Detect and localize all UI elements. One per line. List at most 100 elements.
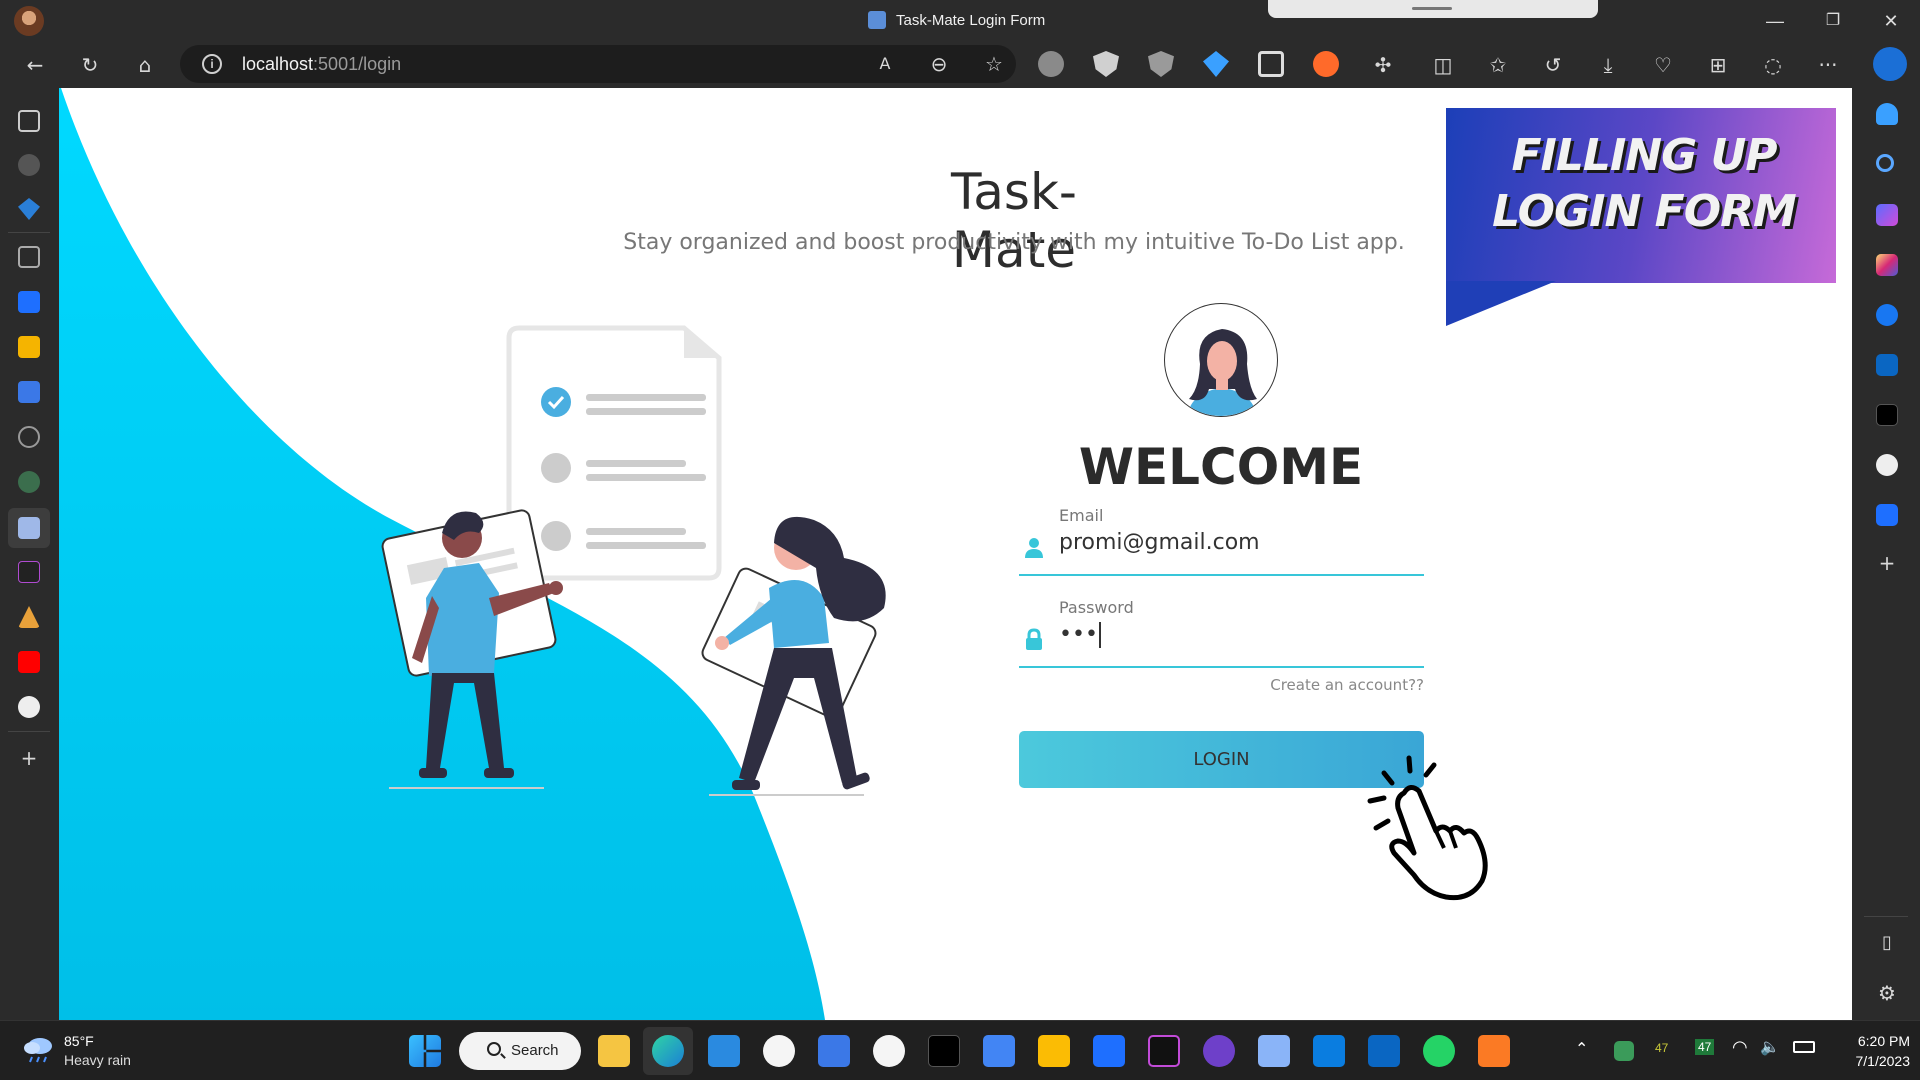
- tray-app-icon[interactable]: [1614, 1041, 1634, 1061]
- weather-temperature[interactable]: 85°F: [64, 1033, 94, 1049]
- instagram-icon[interactable]: [1876, 254, 1898, 276]
- back-icon[interactable]: ←: [20, 50, 50, 80]
- performance-icon[interactable]: ♡: [1648, 50, 1678, 80]
- password-input[interactable]: •••: [1059, 622, 1101, 648]
- home-icon[interactable]: ⌂: [130, 50, 160, 80]
- create-account-link[interactable]: Create an account??: [1209, 676, 1424, 694]
- downloads-icon[interactable]: ⤓: [1593, 50, 1623, 80]
- battery-icon[interactable]: [1793, 1041, 1815, 1053]
- medium-app-icon[interactable]: [928, 1035, 960, 1067]
- tab-favicon-1-icon[interactable]: [18, 154, 40, 176]
- search-icon[interactable]: [1876, 154, 1894, 172]
- xampp-icon[interactable]: [1478, 1035, 1510, 1067]
- whiteboard-icon[interactable]: [1313, 1035, 1345, 1067]
- shield-extension-icon[interactable]: [1093, 51, 1119, 77]
- google-docs-icon[interactable]: [818, 1035, 850, 1067]
- tab-taskmate-icon[interactable]: [18, 517, 40, 539]
- add-sidebar-app-icon[interactable]: +: [1872, 548, 1902, 578]
- hide-sidebar-icon[interactable]: ▯: [1872, 928, 1902, 958]
- google-calendar-icon[interactable]: [983, 1035, 1015, 1067]
- clock-date: 7/1/2023: [1855, 1053, 1911, 1069]
- password-dots: •••: [1059, 622, 1098, 647]
- tray-expand-icon[interactable]: ⌃: [1575, 1039, 1588, 1059]
- edge-browser-icon[interactable]: [652, 1035, 684, 1067]
- site-info-icon[interactable]: i: [202, 54, 222, 74]
- welcome-heading: WELCOME: [1078, 438, 1364, 496]
- tab-figma-icon[interactable]: [18, 561, 40, 583]
- promo-banner-tail: [1446, 281, 1556, 326]
- adblock-extension-icon[interactable]: [1038, 51, 1064, 77]
- more-menu-icon[interactable]: ···: [1813, 50, 1843, 80]
- active-tab[interactable]: Task-Mate Login Form: [868, 11, 1045, 29]
- gem-extension-icon[interactable]: [1203, 51, 1229, 77]
- read-aloud-icon[interactable]: A: [870, 49, 900, 79]
- notifications-icon[interactable]: [1876, 103, 1898, 125]
- weather-description[interactable]: Heavy rain: [64, 1052, 131, 1068]
- google-keep-icon[interactable]: [1038, 1035, 1070, 1067]
- tab-docs-icon[interactable]: [18, 381, 40, 403]
- copilot-sidebar-icon[interactable]: [1876, 204, 1898, 226]
- apps-icon[interactable]: ⊞: [1703, 50, 1733, 80]
- tab-chatgpt-icon[interactable]: [18, 471, 40, 493]
- tray-badge-1[interactable]: 47: [1655, 1041, 1668, 1055]
- trello-icon[interactable]: [1876, 504, 1898, 526]
- minimize-button[interactable]: —: [1755, 8, 1795, 34]
- maximize-button[interactable]: ❐: [1813, 8, 1853, 34]
- favorite-star-icon[interactable]: ☆: [979, 49, 1009, 79]
- password-field[interactable]: Password •••: [1019, 598, 1424, 668]
- volume-icon[interactable]: 🔈: [1760, 1037, 1780, 1057]
- trello-app-icon[interactable]: [1093, 1035, 1125, 1067]
- app-6-icon[interactable]: [873, 1035, 905, 1067]
- tab-check-icon[interactable]: [18, 426, 40, 448]
- linkedin-app-icon[interactable]: [1368, 1035, 1400, 1067]
- refresh-icon[interactable]: ↻: [75, 50, 105, 80]
- vertical-tabs-sidebar: +: [0, 88, 59, 1020]
- linkedin-icon[interactable]: [1876, 354, 1898, 376]
- wifi-icon[interactable]: ◠: [1732, 1037, 1748, 1058]
- tab-favicon-2-icon[interactable]: [18, 198, 40, 220]
- weather-rain-icon[interactable]: [22, 1035, 54, 1063]
- bing-icon[interactable]: [1873, 47, 1907, 81]
- github-icon[interactable]: [1876, 454, 1898, 476]
- url-text[interactable]: localhost:5001/login: [242, 54, 401, 75]
- url-host: localhost: [242, 54, 314, 74]
- tab-actions-icon[interactable]: [18, 110, 40, 132]
- tab-youtube-icon[interactable]: [18, 651, 40, 673]
- tab-calendar-icon[interactable]: [18, 336, 40, 358]
- taskbar-search[interactable]: Search: [459, 1032, 581, 1070]
- extensions-puzzle-icon[interactable]: ✣: [1368, 50, 1398, 80]
- screen-extension-icon[interactable]: [1258, 51, 1284, 77]
- email-input[interactable]: promi@gmail.com: [1059, 530, 1260, 555]
- file-explorer-icon[interactable]: [598, 1035, 630, 1067]
- ublock-extension-icon[interactable]: [1148, 51, 1174, 77]
- github-app-icon[interactable]: [1203, 1035, 1235, 1067]
- vscode-icon[interactable]: [708, 1035, 740, 1067]
- windows-taskbar: 85°F Heavy rain Search ⌃ 47 47 ◠ 🔈 6:20 …: [0, 1020, 1920, 1080]
- zoom-icon[interactable]: ⊖: [924, 49, 954, 79]
- t-extension-icon[interactable]: [1313, 51, 1339, 77]
- tab-trello-icon[interactable]: [18, 291, 40, 313]
- tab-page-icon[interactable]: [18, 246, 40, 268]
- start-button-icon[interactable]: [409, 1035, 441, 1067]
- tray-badge-2[interactable]: 47: [1695, 1039, 1715, 1055]
- split-screen-icon[interactable]: ◫: [1428, 50, 1458, 80]
- favorites-icon[interactable]: ✩: [1483, 50, 1513, 80]
- copilot-icon[interactable]: ◌: [1758, 50, 1788, 80]
- medium-icon[interactable]: [1876, 404, 1898, 426]
- address-bar[interactable]: i localhost:5001/login A ⊖ ☆: [180, 45, 1016, 83]
- settings-gear-icon[interactable]: ⚙: [1872, 978, 1902, 1008]
- facebook-icon[interactable]: [1876, 304, 1898, 326]
- tab-warning-icon[interactable]: [18, 606, 40, 628]
- close-button[interactable]: ✕: [1871, 8, 1911, 34]
- intellij-icon[interactable]: [1148, 1035, 1180, 1067]
- history-icon[interactable]: ↺: [1538, 50, 1568, 80]
- notepad-icon[interactable]: [1258, 1035, 1290, 1067]
- email-field[interactable]: Email promi@gmail.com: [1019, 506, 1424, 576]
- new-tab-icon[interactable]: +: [14, 743, 44, 773]
- snap-layout-handle[interactable]: [1268, 0, 1598, 18]
- tab-github-icon[interactable]: [18, 696, 40, 718]
- profile-avatar[interactable]: [14, 6, 44, 36]
- github-desktop-icon[interactable]: [763, 1035, 795, 1067]
- whatsapp-icon[interactable]: [1423, 1035, 1455, 1067]
- taskbar-clock[interactable]: 6:20 PM 7/1/2023: [1830, 1031, 1911, 1071]
